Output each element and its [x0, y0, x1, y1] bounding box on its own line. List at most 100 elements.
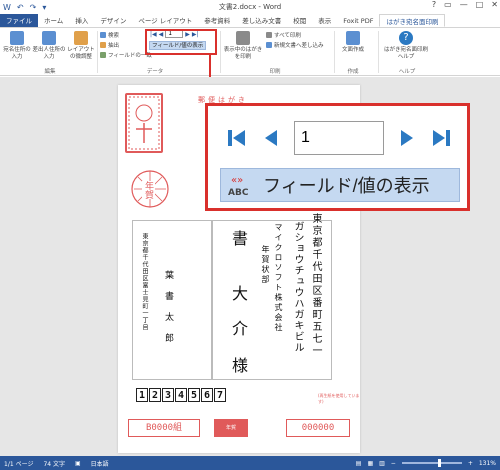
layout-adjust-label: レイアウトの微調整 — [67, 47, 95, 60]
extract-button[interactable]: 抽出 — [100, 41, 119, 49]
sender-name: 葉書太郎 — [163, 270, 173, 354]
tab-references[interactable]: 参考資料 — [198, 14, 236, 27]
svg-text:«»: «» — [231, 175, 243, 186]
previous-record-icon[interactable] — [260, 127, 282, 149]
fine-print: (再生紙を使用しています) — [318, 393, 360, 404]
extract-label: 抽出 — [108, 43, 120, 49]
recipient-dept: 年賀状部 — [261, 245, 270, 285]
print-current-label: 表示中のはがきを印刷 — [223, 47, 263, 60]
last-record-icon[interactable] — [430, 127, 452, 149]
minimize-icon[interactable]: — — [460, 0, 468, 9]
postal-digit: 1 — [136, 388, 148, 402]
tab-design[interactable]: デザイン — [94, 14, 132, 27]
help-icon[interactable]: ? — [432, 0, 436, 9]
field-abc-icon: «» ABC — [228, 175, 249, 197]
stamp-pattern-icon — [128, 96, 160, 150]
maximize-icon[interactable]: □ — [476, 0, 484, 9]
sender-address-label: 差出人住所の入力 — [32, 47, 66, 60]
print-current-button[interactable]: 表示中のはがきを印刷 — [222, 31, 264, 60]
stamp-box — [125, 93, 163, 153]
help-label: はがき宛名面印刷ヘルプ — [384, 47, 429, 60]
record-navigation: 1 — [226, 121, 452, 155]
stamp-text: 年賀 — [142, 181, 155, 199]
field-value-toggle-button[interactable]: «» ABC フィールド/値の表示 — [220, 168, 460, 202]
zoom-out-icon[interactable]: − — [391, 460, 396, 467]
recipient-address-button[interactable]: 宛名住所の入力 — [2, 31, 32, 60]
ribbon-tabs: ファイル ホーム 挿入 デザイン ページ レイアウト 参考資料 差し込み文書 校… — [0, 14, 500, 28]
char-count[interactable]: 74 文字 — [43, 459, 65, 468]
zoom-in-icon[interactable]: + — [468, 460, 473, 467]
status-bar: 1/1 ページ 74 文字 ▣ 日本語 ▤ ▦ ▥ − + 131% — [0, 456, 500, 470]
tab-review[interactable]: 校閲 — [287, 14, 312, 27]
postcard-footer: B0000組 年賀 000000 — [118, 411, 360, 437]
layout-adjust-button[interactable]: レイアウトの微調整 — [66, 31, 96, 60]
group-separator — [97, 31, 98, 73]
field-match-icon — [100, 52, 106, 58]
sender-address: 東京都千代田区富士見町一丁目 — [141, 233, 148, 331]
view-zoom-controls: ▤ ▦ ▥ − + 131% — [356, 456, 496, 470]
edit-group-label: 編集 — [44, 69, 56, 75]
recipient-name-1: 書 — [229, 230, 248, 246]
tab-postcard-print[interactable]: はがき宛名面印刷 — [379, 14, 446, 27]
print-layout-icon[interactable]: ▦ — [367, 460, 373, 467]
postal-digit: 2 — [149, 388, 161, 402]
tab-file[interactable]: ファイル — [0, 14, 38, 27]
print-group-label: 印刷 — [269, 69, 281, 75]
title-bar: W ↶ ↷ ▾ 文書2.docx - Word ? ▭ — □ ✕ — [0, 0, 500, 14]
recipient-address-label: 宛名住所の入力 — [3, 47, 31, 60]
create-group-label: 作成 — [347, 69, 359, 75]
doc-create-button[interactable]: 文面作成 — [338, 31, 368, 54]
language[interactable]: 日本語 — [91, 459, 109, 468]
window-controls: ? ▭ — □ ✕ — [432, 0, 498, 9]
document-create-icon — [346, 31, 360, 45]
merge-new-button[interactable]: 新規文書へ差し込み — [266, 41, 324, 49]
postal-digit: 7 — [214, 388, 226, 402]
recipient-company-kana: ガショウチュウハガキビル — [292, 221, 303, 353]
read-mode-icon[interactable]: ▤ — [356, 460, 362, 467]
print-all-label: すべて印刷 — [274, 33, 301, 39]
first-record-icon[interactable] — [226, 127, 248, 149]
filter-icon — [100, 42, 106, 48]
tab-foxit-pdf[interactable]: Foxit PDF — [337, 14, 379, 27]
lottery-group-code: B0000組 — [128, 419, 200, 437]
record-number-input[interactable]: 1 — [294, 121, 384, 155]
group-separator — [220, 31, 221, 73]
tab-insert[interactable]: 挿入 — [69, 14, 94, 27]
honorific: 様 — [229, 357, 248, 373]
search-label: 検索 — [108, 33, 120, 39]
tab-view[interactable]: 表示 — [312, 14, 337, 27]
print-all-icon — [266, 32, 272, 38]
print-all-button[interactable]: すべて印刷 — [266, 31, 301, 39]
recipient-name-2: 大 — [229, 285, 248, 301]
svg-text:ABC: ABC — [228, 188, 249, 197]
page-count[interactable]: 1/1 ページ — [4, 459, 33, 468]
help-button[interactable]: ? はがき宛名面印刷ヘルプ — [384, 31, 428, 60]
sender-address-button[interactable]: 差出人住所の入力 — [32, 31, 66, 60]
close-icon[interactable]: ✕ — [491, 0, 498, 9]
zoom-slider[interactable] — [401, 459, 462, 467]
proofing-icon[interactable]: ▣ — [75, 460, 81, 467]
zoom-level[interactable]: 131% — [479, 460, 496, 467]
postal-digit: 6 — [201, 388, 213, 402]
lottery-number-code: 000000 — [286, 419, 350, 437]
group-separator — [334, 31, 335, 73]
tab-home[interactable]: ホーム — [38, 14, 69, 27]
recipient-company: マイクロソフト株式会社 — [274, 223, 283, 333]
layout-adjust-icon — [74, 31, 88, 45]
merge-new-label: 新規文書へ差し込み — [274, 43, 324, 49]
web-layout-icon[interactable]: ▥ — [379, 460, 385, 467]
tab-page-layout[interactable]: ページ レイアウト — [132, 14, 198, 27]
zoom-slider-knob[interactable] — [437, 459, 441, 467]
data-group-label: データ — [146, 69, 164, 75]
ribbon-display-icon[interactable]: ▭ — [444, 0, 452, 9]
search-button[interactable]: 検索 — [100, 31, 119, 39]
merge-doc-icon — [266, 42, 272, 48]
search-icon — [100, 32, 106, 38]
next-record-icon[interactable] — [396, 127, 418, 149]
group-separator — [378, 31, 379, 73]
tab-mailings[interactable]: 差し込み文書 — [236, 14, 287, 27]
doc-create-label: 文面作成 — [341, 47, 364, 53]
document-title: 文書2.docx - Word — [218, 3, 282, 11]
address-card-icon — [10, 31, 24, 45]
sender-card-icon — [42, 31, 56, 45]
